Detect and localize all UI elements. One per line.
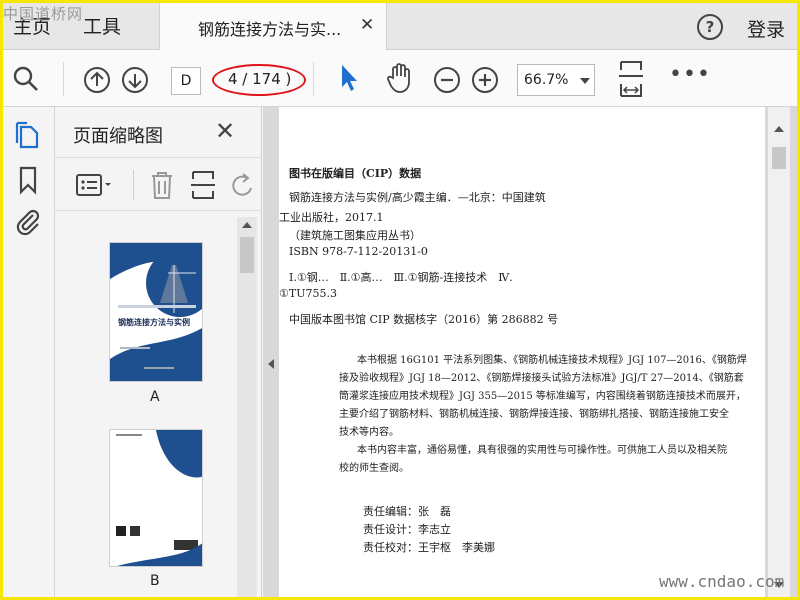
page-thumbnail[interactable]: 钢筋连接方法与实例	[109, 242, 203, 382]
back-cover-artwork	[110, 430, 202, 566]
close-tab-icon[interactable]: ✕	[360, 15, 374, 35]
cip-line: Ⅰ.①钢… Ⅱ.①高… Ⅲ.①钢筋-连接技术 Ⅳ.	[289, 271, 513, 284]
tab-tools[interactable]: 工具	[83, 12, 121, 39]
watermark-top-left: 中国道桥网	[3, 5, 84, 23]
help-icon[interactable]: ?	[697, 14, 723, 40]
close-panel-icon[interactable]: ✕	[215, 117, 235, 145]
thumbnail-panel: 页面缩略图 ✕ 钢筋连接方法与实例 A B	[55, 107, 262, 597]
intro-line: 本书根据 16G101 平法系列图集、《钢筋机械连接技术规程》JGJ 107—2…	[357, 355, 747, 366]
app-window: 主页 工具 钢筋连接方法与实... ✕ ? 登录 D 4 / 174 ) 66.…	[3, 3, 797, 597]
rotate-icon[interactable]	[231, 172, 253, 198]
chevron-down-icon	[580, 78, 590, 84]
trash-icon[interactable]	[149, 170, 175, 200]
page-thumbnail[interactable]	[109, 429, 203, 567]
tab-bar: 主页 工具 钢筋连接方法与实... ✕ ? 登录	[3, 3, 797, 50]
login-button[interactable]: 登录	[747, 15, 785, 42]
pdf-page: 图书在版编目（CIP）数据 钢筋连接方法与实例/高少霞主编．—北京：中国建筑 工…	[279, 107, 765, 597]
extract-pages-icon[interactable]	[189, 170, 217, 200]
highlight-annotation	[212, 64, 306, 96]
page-up-icon[interactable]	[83, 66, 111, 94]
intro-line: 校的师生查阅。	[339, 463, 409, 474]
document-viewport: 图书在版编目（CIP）数据 钢筋连接方法与实例/高少霞主编．—北京：中国建筑 工…	[263, 107, 797, 597]
fit-page-icon[interactable]	[617, 60, 645, 98]
intro-line: 筒灌浆连接应用技术规程》JGJ 355—2015 等标准编写，内容围绕着钢筋连接…	[339, 391, 746, 402]
cover-title: 钢筋连接方法与实例	[118, 318, 190, 327]
zoom-out-icon[interactable]	[433, 66, 461, 94]
intro-line: 技术等内容。	[339, 427, 399, 438]
panel-toolbar	[55, 157, 262, 211]
toolbar-divider	[133, 170, 134, 200]
document-tab-title: 钢筋连接方法与实...	[198, 20, 342, 39]
document-scrollbar[interactable]	[768, 107, 790, 597]
tab-document[interactable]: 钢筋连接方法与实... ✕	[159, 3, 387, 50]
credit-line: 责任编辑：张 磊	[363, 505, 451, 518]
scrollbar-thumb[interactable]	[240, 237, 254, 273]
scroll-up-arrow-icon[interactable]	[774, 125, 784, 133]
scroll-up-arrow-icon[interactable]	[242, 221, 252, 229]
collapse-panel-arrow-icon[interactable]	[268, 359, 274, 369]
search-icon[interactable]	[13, 66, 39, 92]
intro-line: 主要介绍了钢筋材料、钢筋机械连接、钢筋焊接连接、钢筋绑扎搭接、钢筋连接施工安全	[339, 409, 729, 420]
credit-line: 责任校对：王宇枢 李美娜	[363, 541, 495, 554]
attachment-icon[interactable]	[13, 207, 43, 237]
thumbnail-scrollbar[interactable]	[237, 217, 257, 597]
page-number-input[interactable]: D	[171, 67, 201, 95]
bookmark-icon[interactable]	[13, 165, 43, 195]
credit-line: 责任设计：李志立	[363, 523, 451, 536]
select-cursor-icon[interactable]	[339, 63, 361, 93]
cip-line: （建筑施工图集应用丛书）	[289, 229, 421, 242]
thumbnail-list: 钢筋连接方法与实例 A B	[55, 217, 237, 597]
toolbar: D 4 / 174 ) 66.7% •••	[3, 50, 797, 107]
zoom-select[interactable]: 66.7%	[517, 64, 595, 96]
cip-line: 工业出版社，2017.1	[279, 211, 384, 224]
toolbar-divider	[313, 62, 314, 96]
page-thumbnails-icon[interactable]	[13, 121, 43, 151]
thumbnail-label: A	[150, 389, 160, 405]
zoom-value: 66.7%	[524, 72, 569, 88]
cip-line: ①TU755.3	[279, 287, 337, 300]
zoom-in-icon[interactable]	[471, 66, 499, 94]
scrollbar-thumb[interactable]	[772, 147, 786, 169]
cip-heading: 图书在版编目（CIP）数据	[289, 167, 422, 180]
watermark-bottom-right: www.cndao.com	[659, 572, 785, 591]
cip-note: 中国版本图书馆 CIP 数据核字（2016）第 286882 号	[289, 313, 559, 326]
thumbnail-options-icon[interactable]	[75, 172, 115, 198]
more-options-icon[interactable]: •••	[669, 62, 711, 87]
cover-artwork	[110, 243, 202, 381]
cip-line: ISBN 978-7-112-20131-0	[289, 245, 428, 258]
page-down-icon[interactable]	[121, 66, 149, 94]
intro-line: 本书内容丰富，通俗易懂，具有很强的实用性与可操作性。可供施工人员以及相关院	[357, 445, 727, 456]
hand-tool-icon[interactable]	[385, 62, 415, 94]
left-rail	[3, 107, 55, 597]
panel-title: 页面缩略图	[73, 126, 163, 147]
cip-line: 钢筋连接方法与实例/高少霞主编．—北京：中国建筑	[289, 191, 546, 204]
intro-line: 接及验收规程》JGJ 18—2012、《钢筋焊接接头试验方法标准》JGJ/T 2…	[339, 373, 744, 384]
toolbar-divider	[63, 62, 64, 96]
thumbnail-label: B	[150, 573, 160, 589]
